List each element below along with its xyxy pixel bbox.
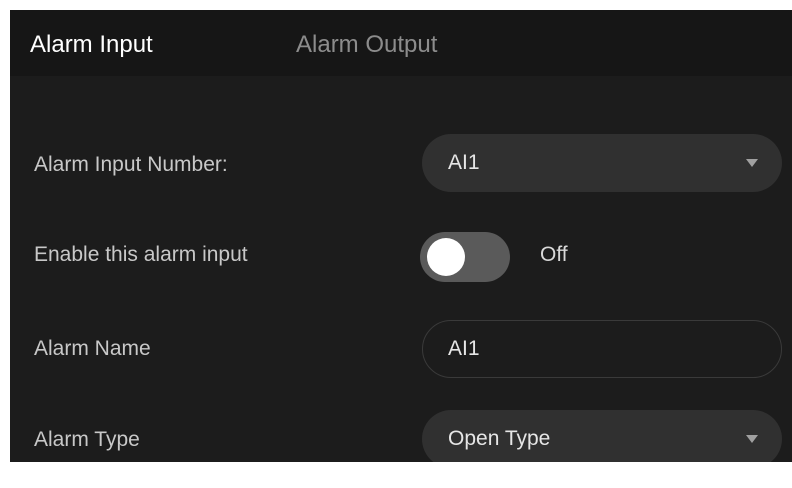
alarm-input-number-label: Alarm Input Number: <box>34 153 228 176</box>
chevron-down-icon <box>746 435 758 443</box>
tab-bar: Alarm Input Alarm Output <box>10 10 792 76</box>
alarm-input-number-select[interactable]: AI1 <box>422 134 782 192</box>
alarm-type-label: Alarm Type <box>34 428 140 451</box>
alarm-type-value: Open Type <box>448 427 551 450</box>
chevron-down-icon <box>746 159 758 167</box>
alarm-name-input[interactable]: AI1 <box>422 320 782 378</box>
alarm-type-select[interactable]: Open Type <box>422 410 782 462</box>
enable-alarm-input-toggle[interactable] <box>420 232 510 282</box>
enable-alarm-input-label: Enable this alarm input <box>34 243 248 266</box>
alarm-settings-panel: Alarm Input Alarm Output Alarm Input Num… <box>10 10 792 462</box>
toggle-state-text: Off <box>540 243 568 266</box>
alarm-input-number-value: AI1 <box>448 151 480 174</box>
alarm-name-value: AI1 <box>448 337 480 360</box>
tab-alarm-input[interactable]: Alarm Input <box>30 32 153 58</box>
alarm-name-label: Alarm Name <box>34 337 151 360</box>
toggle-knob <box>427 238 465 276</box>
tab-alarm-output[interactable]: Alarm Output <box>296 32 437 58</box>
